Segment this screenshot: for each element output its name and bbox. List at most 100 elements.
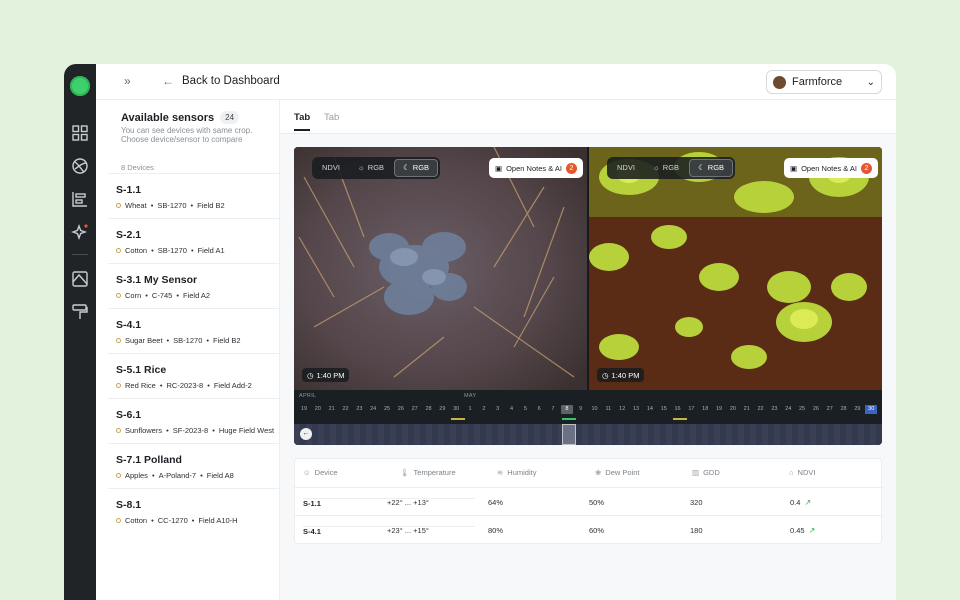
timeline-day[interactable]: 20 — [727, 405, 739, 414]
timeline-day[interactable]: 23 — [353, 405, 365, 414]
view-mode-switch-right[interactable]: NDVI ☼ RGB ☾ RGB — [607, 157, 736, 179]
timeline-day[interactable]: 27 — [409, 405, 421, 414]
capture-marker — [451, 418, 465, 420]
timeline-day[interactable]: 13 — [630, 405, 642, 414]
grid-icon[interactable] — [71, 124, 89, 142]
map-icon[interactable] — [71, 270, 89, 288]
timeline-day[interactable]: 6 — [533, 405, 545, 414]
col-dew-point: ❀ Dew Point — [595, 468, 640, 477]
mode-rgb-option[interactable]: ☼ RGB — [645, 159, 687, 177]
timeline-day[interactable]: 15 — [658, 405, 670, 414]
timeline-day[interactable]: 21 — [741, 405, 753, 414]
open-notes-button[interactable]: ▣ Open Notes & AI 2 — [489, 158, 583, 178]
timeline-day[interactable]: 26 — [810, 405, 822, 414]
table-row[interactable]: S-4.1 +23° ... +15° 80% 60% 180 0.45 ↗ — [295, 515, 883, 543]
status-dot — [116, 248, 121, 253]
timeline-day[interactable]: 22 — [755, 405, 767, 414]
cell-gdd: 180 — [690, 526, 703, 535]
timeline-day[interactable]: 2 — [478, 405, 490, 414]
timeline-day[interactable]: 16 — [672, 405, 684, 414]
device-item[interactable]: S-4.1 Sugar Beet • SB-1270 • Field B2 — [108, 308, 280, 353]
timeline-back-icon[interactable]: ← — [300, 428, 312, 440]
mode-ndvi-option[interactable]: NDVI — [314, 159, 348, 177]
device-meta: Cotton • CC-1270 • Field A10-H — [116, 516, 238, 525]
timeline-day[interactable]: 4 — [506, 405, 518, 414]
expand-sidebar-icon[interactable]: » — [124, 74, 131, 88]
open-notes-button[interactable]: ▣ Open Notes & AI 2 — [784, 158, 878, 178]
timeline-day[interactable]: 3 — [492, 405, 504, 414]
cell-humidity: 64% — [488, 498, 504, 507]
thumbnail-strip[interactable] — [294, 424, 882, 445]
timeline-day[interactable]: 12 — [616, 405, 628, 414]
date-timeline[interactable]: APRIL MAY 19 20 21 22 23 24 25 26 27 28 29 30 1 2 3 4 5 6… — [294, 390, 882, 445]
timeline-day[interactable]: 19 — [298, 405, 310, 414]
mode-rgb-night-option[interactable]: ☾ RGB — [394, 159, 439, 177]
timeline-day[interactable]: 24 — [782, 405, 794, 414]
device-meta: Cotton • SB-1270 • Field A1 — [116, 246, 225, 255]
chart-bars-icon[interactable] — [71, 190, 89, 208]
month-label: APRIL — [299, 393, 317, 399]
humidity-icon: ≋ — [497, 468, 504, 477]
tab-2[interactable]: Tab — [324, 112, 339, 123]
timeline-day[interactable]: 25 — [381, 405, 393, 414]
status-dot — [116, 338, 121, 343]
thumbnail-selection[interactable] — [562, 424, 576, 445]
chevron-down-icon: ⌄ — [866, 76, 875, 88]
moon-icon: ☾ — [403, 163, 410, 172]
cell-dew-point: 50% — [589, 498, 605, 507]
globe-icon[interactable] — [71, 157, 89, 175]
device-item[interactable]: S-6.1 Sunflowers • SF-2023-8 • Huge Field We… — [108, 398, 280, 443]
timeline-day[interactable]: 8 — [560, 405, 573, 414]
timeline-day[interactable]: 7 — [547, 405, 559, 414]
device-meta: Sugar Beet • SB-1270 • Field B2 — [116, 336, 241, 345]
timeline-day[interactable]: 10 — [589, 405, 601, 414]
cell-temperature: +22° ... +13° — [387, 498, 429, 507]
mode-ndvi-option[interactable]: NDVI — [609, 159, 643, 177]
timeline-day[interactable]: 1 — [464, 405, 476, 414]
org-selector[interactable]: Farmforce ⌄ — [766, 70, 882, 94]
brand-logo-icon[interactable] — [70, 76, 90, 96]
timeline-day[interactable]: 30 — [450, 405, 462, 414]
device-item[interactable]: S-8.1 Cotton • CC-1270 • Field A10-H — [108, 488, 280, 533]
timeline-day[interactable]: 23 — [768, 405, 780, 414]
timeline-day[interactable]: 26 — [395, 405, 407, 414]
timeline-day[interactable]: 28 — [838, 405, 850, 414]
tab-1[interactable]: Tab — [294, 112, 311, 131]
timeline-day[interactable]: 17 — [685, 405, 697, 414]
timeline-day[interactable]: 20 — [312, 405, 324, 414]
timeline-day[interactable]: 19 — [713, 405, 725, 414]
timeline-day[interactable]: 14 — [644, 405, 656, 414]
device-name: S-4.1 — [116, 319, 142, 331]
trend-up-icon: ↗ — [804, 498, 812, 507]
timeline-day[interactable]: 11 — [602, 405, 614, 414]
sparkle-icon[interactable] — [71, 223, 89, 241]
timeline-day[interactable]: 29 — [436, 405, 448, 414]
org-avatar — [773, 75, 786, 89]
timeline-day[interactable]: 24 — [367, 405, 379, 414]
timeline-day[interactable]: 27 — [824, 405, 836, 414]
view-mode-switch-left[interactable]: NDVI ☼ RGB ☾ RGB — [312, 157, 441, 179]
roller-icon[interactable] — [71, 303, 89, 321]
back-to-dashboard-link[interactable]: ← Back to Dashboard — [162, 74, 280, 88]
mode-rgb-night-option[interactable]: ☾ RGB — [689, 159, 734, 177]
timeline-day[interactable]: 25 — [796, 405, 808, 414]
device-item[interactable]: S-7.1 Polland Apples • A-Poland-7 • Field A8 — [108, 443, 280, 488]
timeline-day[interactable]: 9 — [575, 405, 587, 414]
timeline-day[interactable]: 5 — [519, 405, 531, 414]
device-item[interactable]: S-1.1 Wheat • SB-1270 • Field B2 — [108, 173, 280, 218]
timeline-day[interactable]: 21 — [326, 405, 338, 414]
timeline-day[interactable]: 22 — [340, 405, 352, 414]
table-row[interactable]: S-1.1 +22° ... +13° 64% 50% 320 0.4 ↗ — [295, 487, 883, 515]
mode-rgb-option[interactable]: ☼ RGB — [350, 159, 392, 177]
device-item[interactable]: S-5.1 Rice Red Rice • RC-2023-8 • Field Add-… — [108, 353, 280, 398]
timeline-day[interactable]: 30 — [865, 405, 878, 414]
timeline-day[interactable]: 18 — [699, 405, 711, 414]
sidebar-title-text: Available sensors — [121, 111, 215, 124]
notes-label: Open Notes & AI — [801, 163, 857, 173]
device-item[interactable]: S-3.1 My Sensor Corn • C-745 • Field A2 — [108, 263, 280, 308]
device-item[interactable]: S-2.1 Cotton • SB-1270 • Field A1 — [108, 218, 280, 263]
device-name: S-6.1 — [116, 409, 142, 421]
timeline-day[interactable]: 28 — [423, 405, 435, 414]
timeline-day[interactable]: 29 — [851, 405, 863, 414]
trend-up-icon: ↗ — [808, 526, 816, 535]
